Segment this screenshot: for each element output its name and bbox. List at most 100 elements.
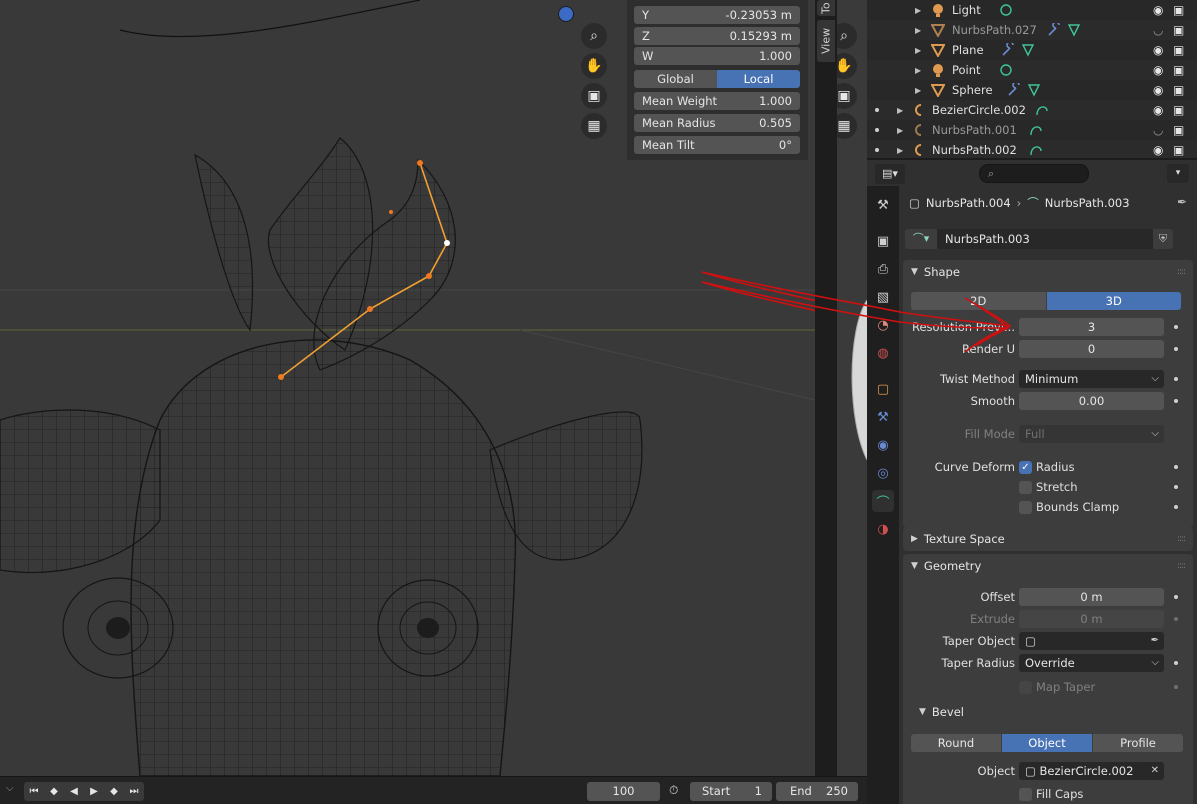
expand-arrow-icon[interactable]: ▶: [897, 126, 903, 135]
drag-grip-icon[interactable]: ::::: [1177, 561, 1186, 571]
keyframe-dot[interactable]: [1174, 399, 1178, 403]
expand-arrow-icon[interactable]: ▶: [897, 146, 903, 155]
render-camera-icon[interactable]: ▣: [1173, 3, 1184, 17]
twist-method-dropdown[interactable]: Minimum ⌵: [1019, 370, 1164, 388]
keyframe-dot[interactable]: [1174, 685, 1178, 689]
object-icon[interactable]: ▢: [872, 378, 894, 400]
datablock-name-field[interactable]: NurbsPath.003: [937, 232, 1153, 246]
taper-object-field[interactable]: ▢ ✒: [1019, 632, 1164, 650]
expand-arrow-icon[interactable]: ▶: [897, 106, 903, 115]
offset-field[interactable]: 0 m: [1019, 588, 1164, 606]
vertex-y-field[interactable]: Y -0.23053 m: [634, 6, 800, 24]
outliner-row[interactable]: ▶ NurbsPath.001 ◡ ▣: [867, 120, 1197, 140]
render-camera-icon[interactable]: ▣: [1173, 63, 1184, 77]
jump-end-icon[interactable]: ⏭: [124, 782, 144, 801]
world-icon[interactable]: ◍: [872, 342, 894, 364]
vertex-w-field[interactable]: W 1.000: [634, 47, 800, 65]
start-frame-field[interactable]: Start 1: [690, 782, 772, 801]
view-layer-icon[interactable]: ▧: [872, 286, 894, 308]
resolution-preview-field[interactable]: 3: [1019, 318, 1164, 336]
physics-icon[interactable]: ◎: [872, 462, 894, 484]
visibility-eye-icon[interactable]: ◉: [1153, 63, 1163, 77]
end-frame-field[interactable]: End 250: [776, 782, 858, 801]
outliner-row[interactable]: ▶ NurbsPath.002 ◉ ▣: [867, 140, 1197, 158]
outliner-row[interactable]: ▶ Light ◉ ▣: [867, 0, 1197, 20]
visibility-eye-closed-icon[interactable]: ◡: [1153, 123, 1163, 137]
view-gizmo-axis[interactable]: [558, 6, 574, 22]
visibility-eye-icon[interactable]: ◉: [1153, 3, 1163, 17]
fill-mode-dropdown[interactable]: Full ⌵: [1019, 425, 1164, 443]
expand-arrow-icon[interactable]: ▶: [915, 26, 921, 35]
mode-3d-button[interactable]: 3D: [1046, 292, 1181, 310]
render-camera-icon[interactable]: ▣: [1173, 43, 1184, 57]
shape-panel-header[interactable]: ▼ Shape ::::: [903, 260, 1193, 284]
prev-keyframe-icon[interactable]: ◆: [44, 782, 64, 801]
map-taper-checkbox[interactable]: [1019, 680, 1032, 694]
bounds-clamp-checkbox[interactable]: [1019, 500, 1032, 514]
particles-icon[interactable]: ◉: [872, 434, 894, 456]
outliner[interactable]: ▶ Light ◉ ▣ ▶ NurbsPath.027 ◡ ▣ ▶ Plane …: [867, 0, 1197, 158]
radius-checkbox[interactable]: ✓: [1019, 460, 1032, 474]
output-icon[interactable]: ⎙: [872, 258, 894, 280]
keyframe-dot[interactable]: [1174, 617, 1178, 621]
editor-type-dropdown[interactable]: ▤▾: [875, 164, 905, 184]
curve-data-icon[interactable]: ⌒: [872, 490, 894, 512]
play-reverse-icon[interactable]: ◀: [64, 782, 84, 801]
keyframe-dot[interactable]: [1174, 485, 1178, 489]
keyframe-dot[interactable]: [1174, 347, 1178, 351]
mean-radius-field[interactable]: Mean Radius 0.505: [634, 114, 800, 132]
grid-perspective-icon[interactable]: ▦: [581, 113, 607, 139]
stretch-checkbox[interactable]: [1019, 480, 1032, 494]
bevel-panel-header[interactable]: ▼ Bevel: [911, 700, 1181, 724]
bevel-object-field[interactable]: ▢ BezierCircle.002 ✕: [1019, 762, 1164, 780]
keyframe-dot[interactable]: [1174, 325, 1178, 329]
texture-space-panel-header[interactable]: ▶ Texture Space ::::: [903, 527, 1193, 551]
material-icon[interactable]: ◑: [872, 518, 894, 540]
zoom-icon[interactable]: ⌕: [581, 23, 607, 49]
render-camera-icon[interactable]: ▣: [1173, 143, 1184, 157]
3d-viewport[interactable]: ⌕ ✋ ▣ ▦ Y -0.23053 m Z 0.15293 m W 1.000…: [0, 0, 815, 776]
taper-radius-dropdown[interactable]: Override ⌵: [1019, 654, 1164, 672]
render-camera-icon[interactable]: ▣: [1173, 83, 1184, 97]
jump-start-icon[interactable]: ⏮: [24, 782, 44, 801]
visibility-eye-icon[interactable]: ◉: [1153, 43, 1163, 57]
expand-arrow-icon[interactable]: ▶: [915, 86, 921, 95]
clear-x-icon[interactable]: ✕: [1151, 762, 1159, 780]
keyframe-dot[interactable]: [1174, 377, 1178, 381]
modifier-wrench-icon[interactable]: ⚒: [872, 406, 894, 428]
geometry-panel-header[interactable]: ▼ Geometry ::::: [903, 554, 1193, 578]
outliner-row[interactable]: ▶ NurbsPath.027 ◡ ▣: [867, 20, 1197, 40]
stopwatch-icon[interactable]: ⏱: [669, 783, 678, 798]
bevel-profile-button[interactable]: Profile: [1093, 734, 1183, 752]
eyedropper-icon[interactable]: ✒: [1151, 632, 1159, 650]
play-icon[interactable]: ▶: [84, 782, 104, 801]
outliner-row[interactable]: ▶ Sphere ◉ ▣: [867, 80, 1197, 100]
expand-arrow-icon[interactable]: ▶: [915, 66, 921, 75]
fake-user-shield-icon[interactable]: ⛨: [1153, 229, 1173, 249]
render-camera-icon[interactable]: ▣: [1173, 23, 1184, 37]
camera-icon[interactable]: ▣: [581, 83, 607, 109]
fill-caps-checkbox[interactable]: [1019, 787, 1032, 801]
visibility-eye-icon[interactable]: ◉: [1153, 83, 1163, 97]
curve-data-icon[interactable]: ⌒▾: [905, 229, 937, 249]
keyframe-dot[interactable]: [1174, 465, 1178, 469]
scene-icon[interactable]: ◔: [872, 314, 894, 336]
pan-hand-icon[interactable]: ✋: [581, 53, 607, 79]
render-camera-icon[interactable]: ▣: [1173, 123, 1184, 137]
options-dropdown[interactable]: ▾: [1167, 164, 1189, 183]
bevel-object-button[interactable]: Object: [1002, 734, 1093, 752]
visibility-eye-icon[interactable]: ◉: [1153, 103, 1163, 117]
next-keyframe-icon[interactable]: ◆: [104, 782, 124, 801]
outliner-row[interactable]: ▶ Point ◉ ▣: [867, 60, 1197, 80]
mode-2d-button[interactable]: 2D: [911, 292, 1047, 310]
outliner-row[interactable]: ▶ Plane ◉ ▣: [867, 40, 1197, 60]
pin-icon[interactable]: ✒: [1177, 195, 1187, 209]
local-button[interactable]: Local: [717, 70, 800, 88]
render-icon[interactable]: ▣: [872, 230, 894, 252]
smooth-field[interactable]: 0.00: [1019, 392, 1164, 410]
tab-view[interactable]: View: [817, 20, 835, 62]
secondary-viewport[interactable]: ⌕ ✋ ▣ ▦: [837, 0, 867, 776]
keyframe-dot[interactable]: [1174, 661, 1178, 665]
visibility-eye-icon[interactable]: ◉: [1153, 143, 1163, 157]
drag-grip-icon[interactable]: ::::: [1177, 534, 1186, 544]
